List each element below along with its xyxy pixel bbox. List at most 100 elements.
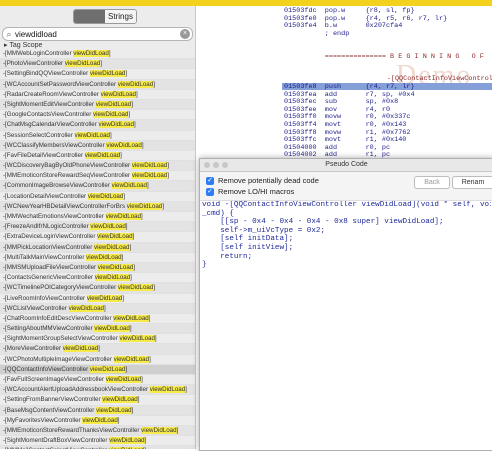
symbol-match: viewDidLoad (119, 335, 155, 343)
symbol-list-item[interactable]: -[MyFavoritesViewController viewDidLoad] (0, 416, 195, 426)
symbol-match: viewDidLoad (89, 70, 126, 78)
symbol-list-item[interactable]: -[SettingAboutMMViewController viewDidLo… (0, 324, 195, 335)
symbol-class-name: -[ContactsGenericViewController (3, 274, 95, 282)
symbol-list-item[interactable]: -[SightMomentDraftBoxViewController view… (0, 436, 195, 447)
symbol-list[interactable]: -[MMWebLoginController viewDidLoad] -[Pho… (0, 49, 195, 449)
symbol-list-item[interactable]: -[SessionSelectController viewDidLoad] (0, 131, 195, 141)
symbol-suffix: ] (131, 100, 133, 108)
symbol-class-name: -[FreezeAndIfrNLogicController (3, 223, 91, 231)
symbol-list-item[interactable]: -[FreezeAndIfrNLogicController viewDidLo… (0, 222, 195, 233)
symbol-list-item[interactable]: -[SightMomentEditViewController viewDidL… (0, 99, 195, 111)
symbol-suffix: ] (98, 345, 100, 353)
symbol-class-name: -[WCDiscoveryBagByOldPhoneViewController (3, 162, 132, 170)
symbol-suffix: ] (125, 365, 128, 373)
back-button[interactable]: Back (414, 176, 450, 189)
symbol-list-item[interactable]: -[SettingFromBannerViewController viewDi… (0, 395, 195, 406)
symbol-suffix: ] (148, 314, 151, 322)
symbol-match: viewDidLoad (62, 345, 99, 353)
symbol-list-item[interactable]: -[MMSMUploadFileViewController viewDidLo… (0, 262, 195, 274)
symbol-list-item[interactable]: -[ExtraDeviceLoginViewController viewDid… (0, 232, 195, 243)
symbol-list-item[interactable]: -[SightMomentGroupSelectViewController v… (0, 334, 195, 345)
clear-icon[interactable]: × (180, 29, 190, 39)
symbol-list-item[interactable]: -[BaseMsgContentViewController viewDidLo… (0, 405, 195, 416)
symbol-class-name: -[FavFullScreenImageViewController (3, 376, 106, 383)
symbol-match: viewDidLoad (149, 386, 186, 394)
symbol-suffix: ] (128, 111, 131, 119)
symbol-class-name: -[MMEmoticonStoreRewardSeqViewController (3, 172, 132, 180)
symbol-match: viewDidLoad (74, 131, 110, 139)
symbol-list-item[interactable]: -[MMPickLocationViewController viewDidLo… (0, 242, 195, 253)
symbol-list-item[interactable]: -[MMEmoticonStoreRewardThanksViewControl… (0, 425, 195, 437)
tag-scope-header[interactable]: ▸ Tag Scope (4, 41, 42, 49)
symbol-list-item[interactable]: -[MMWebLoginController viewDidLoad] (0, 49, 195, 60)
symbol-suffix: ] (176, 426, 179, 434)
symbol-list-item[interactable]: -[MoreViewController viewDidLoad] (0, 344, 195, 355)
symbol-list-item[interactable]: -[MMWechatEmotionsViewController viewDid… (0, 212, 195, 223)
symbol-list-item[interactable]: -[GoogleContactsViewController viewDidLo… (0, 110, 195, 121)
symbol-match: viewDidLoad (113, 355, 150, 363)
symbol-panel: Strings ⌕ viewdidload × ▸ Tag Scope -[MM… (0, 0, 196, 449)
symbol-class-name: -[CommonImageBrowseViewController (3, 182, 112, 190)
rename-button[interactable]: Renam (452, 176, 492, 189)
symbol-suffix: ] (141, 376, 143, 383)
symbol-list-item[interactable]: -[LocationDetailViewController viewDidLo… (0, 192, 195, 202)
top-color-bar (0, 0, 195, 6)
symbol-list-item[interactable]: -[MMEmoticonStoreRewardSeqViewController… (0, 171, 195, 182)
symbol-list-item[interactable]: -[WCPhotoMultipleImageViewController vie… (0, 355, 195, 365)
symbol-list-item[interactable]: -[WCAccountSetPasswordViewController vie… (0, 79, 195, 90)
dead-code-label: Remove potentially dead code (218, 176, 319, 185)
symbol-suffix: ] (137, 396, 140, 404)
symbol-match: viewDidLoad (82, 416, 118, 424)
symbol-list-item[interactable]: -[ContactsGenericViewController viewDidL… (0, 273, 195, 284)
symbol-class-name: -[SightMomentGroupSelectViewController (3, 335, 120, 343)
window-titlebar[interactable]: Pseudo Code (200, 159, 492, 172)
symbol-list-item[interactable]: -[FavFullScreenImageViewController viewD… (0, 375, 195, 386)
lohi-option[interactable]: ✓ Remove LO/HI macros (206, 187, 294, 196)
symbol-class-name: -[WCClassifyMembersViewController (3, 141, 107, 149)
segment-strings[interactable]: Strings (105, 10, 136, 23)
symbol-class-name: -[MMPickLocationViewController (3, 243, 95, 251)
symbol-class-name: -[MultiTalkMainViewController (3, 253, 87, 261)
symbol-match: viewDidLoad (131, 162, 168, 170)
pseudo-code-window[interactable]: Pseudo Code ✓ Remove potentially dead cod… (199, 158, 492, 451)
symbol-list-item[interactable]: -[WCClassifyMembersViewController viewDi… (0, 140, 195, 151)
symbol-list-item[interactable]: -[ChatMsgCalendarViewController viewDidL… (0, 120, 195, 131)
symbol-match: viewDidLoad (94, 325, 130, 333)
symbol-match: viewDidLoad (98, 121, 134, 129)
symbol-class-name: -[ChatMsgCalendarViewController (3, 121, 99, 129)
symbol-list-item[interactable]: -[WCNewYearHBDetailViewControllerForBrs … (0, 201, 195, 212)
symbol-suffix: ] (149, 355, 151, 363)
symbol-suffix: ] (147, 182, 149, 190)
symbol-suffix: ] (133, 121, 136, 129)
symbol-list-item[interactable]: -[QQContactInfoViewController viewDidLoa… (0, 364, 195, 375)
address (284, 68, 325, 76)
symbol-list-item[interactable]: -[LiveRoomInfoViewController viewDidLoad… (0, 294, 195, 304)
symbol-match: viewDidLoad (73, 50, 109, 57)
symbol-list-item[interactable]: -[ChatRoomInfoEditDescViewController vie… (0, 314, 195, 325)
symbol-suffix: ] (136, 90, 138, 98)
symbol-suffix: ] (141, 141, 144, 149)
search-input[interactable]: viewdidload (15, 30, 180, 39)
symbol-list-item[interactable]: -[WCDiscoveryBagByOldPhoneViewController… (0, 161, 195, 172)
checkbox-checked-icon[interactable]: ✓ (206, 176, 214, 185)
symbol-match: viewDidLoad (109, 437, 145, 445)
symbol-list-item[interactable]: -[SettingBindQQViewController viewDidLoa… (0, 69, 195, 80)
symbol-list-item[interactable]: -[CommonImageBrowseViewController viewDi… (0, 181, 195, 192)
symbol-list-item[interactable]: -[RadarCreateRoomViewController viewDidL… (0, 90, 195, 100)
symbol-match: viewDidLoad (100, 90, 136, 98)
symbol-list-item[interactable]: -[WCListViewController viewDidLoad] (0, 303, 195, 314)
search-field[interactable]: ⌕ viewdidload × (2, 27, 193, 41)
pseudo-code-text[interactable]: void -[QQContactInfoViewController viewD… (202, 201, 491, 449)
dead-code-option[interactable]: ✓ Remove potentially dead code (206, 176, 319, 185)
symbol-list-item[interactable]: -[FavFileDetailViewController viewDidLoa… (0, 151, 195, 162)
segment-labels[interactable] (74, 10, 105, 23)
symbol-class-name: -[WCAccountSetPasswordViewController (3, 80, 118, 88)
mode-segmented-control[interactable]: Strings (73, 9, 137, 24)
symbol-list-item[interactable]: -[WCTimelinePOICategoryViewController vi… (0, 283, 195, 294)
symbol-list-item[interactable]: -[WCAccountAlertUploadAddressbookViewCon… (0, 385, 195, 396)
disassembly-line[interactable] (284, 68, 325, 76)
symbol-match: viewDidLoad (87, 192, 124, 200)
symbol-list-item[interactable]: -[PhotoViewController viewDidLoad] (0, 59, 195, 70)
symbol-list-item[interactable]: -[MultiTalkMainViewController viewDidLoa… (0, 253, 195, 263)
checkbox-checked-icon[interactable]: ✓ (206, 187, 214, 196)
